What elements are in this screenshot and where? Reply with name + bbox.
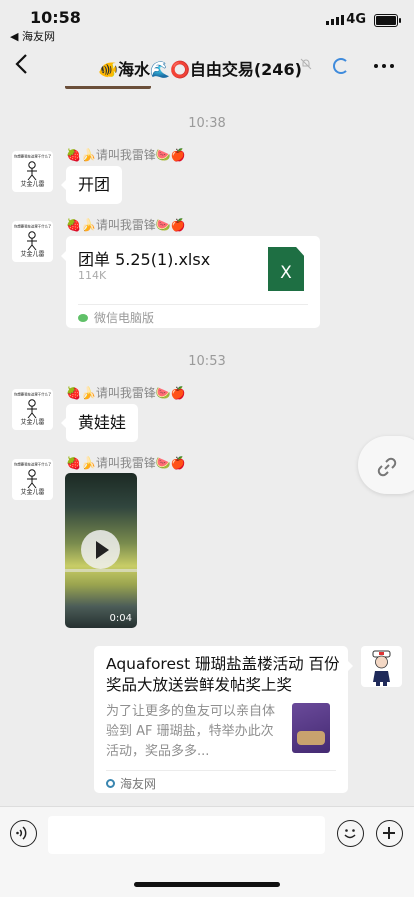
chat-header: 🐠海水🌊⭕自由交易(246) [0,44,414,88]
file-source: 微信电脑版 [78,309,154,326]
more-dots-icon[interactable] [374,64,394,68]
avatar-caption-bottom: 艾金儿雷 [20,419,45,426]
plus-icon[interactable] [376,820,403,847]
avatar-caption-top: 你想要我在这里干什么了 [14,462,52,467]
my-avatar[interactable] [361,646,402,687]
emoji-icon[interactable] [337,820,364,847]
message-bubble[interactable]: 开团 [60,166,123,204]
chevron-left-icon[interactable] [14,52,28,80]
sender-avatar[interactable]: 你想要我在这里干什么了 艾金儿雷 [12,221,53,262]
link-description: 为了让更多的鱼友可以亲自体验到 AF 珊瑚盐，特举办此次活动，奖品多多... [106,704,276,759]
chat-timestamp: 10:38 [188,116,226,131]
message-input[interactable] [48,816,325,854]
video-frame-detail [65,569,137,572]
network-label: 4G [346,12,366,27]
file-name: 团单 5.25(1).xlsx [78,250,211,269]
chat-title: 🐠海水🌊⭕自由交易(246) [98,60,302,79]
chat-timestamp: 10:53 [188,354,226,369]
signal-icon [326,15,344,25]
status-bar: 10:58 ◀ 海友网 4G [0,0,414,44]
home-indicator [134,882,280,887]
meme-figure-icon [27,469,37,489]
avatar-caption-bottom: 艾金儿雷 [20,251,45,258]
sender-name: 🍓🍌请叫我雷锋🍉🍎 [66,456,186,470]
sender-name: 🍓🍌请叫我雷锋🍉🍎 [66,148,186,162]
divider [106,770,336,771]
avatar-caption-top: 你想要我在这里干什么了 [14,224,52,229]
status-time: 10:58 [30,8,81,27]
video-message[interactable]: 0:04 [65,473,137,628]
file-source-label: 微信电脑版 [94,311,155,325]
mute-bell-icon [300,58,312,70]
avatar-caption-bottom: 艾金儿雷 [20,489,45,496]
battery-icon [374,14,401,27]
link-message-card[interactable]: Aquaforest 珊瑚盐盖楼活动 百份奖品大放送尝鲜发帖奖上奖 为了让更多的… [94,646,353,793]
video-duration: 0:04 [109,613,132,624]
link-source: 海友网 [106,775,156,792]
wechat-pc-icon [78,314,88,322]
back-to-app-link[interactable]: ◀ 海友网 [10,28,55,44]
sender-avatar[interactable]: 你想要我在这里干什么了 艾金儿雷 [12,459,53,500]
sender-name: 🍓🍌请叫我雷锋🍉🍎 [66,386,186,400]
meme-figure-icon [27,161,37,181]
floating-link-button[interactable] [358,436,414,494]
haiyou-logo-icon [106,779,115,788]
divider [78,304,308,305]
loading-spinner-icon [333,58,349,74]
file-size: 114K [78,269,107,282]
avatar-caption-bottom: 艾金儿雷 [20,181,45,188]
sender-name: 🍓🍌请叫我雷锋🍉🍎 [66,218,186,232]
meme-figure-icon [27,399,37,419]
excel-file-icon: X [268,247,304,291]
meme-figure-icon [27,231,37,251]
sender-avatar[interactable]: 你想要我在这里干什么了 艾金儿雷 [12,151,53,192]
message-bubble[interactable]: 黄娃娃 [60,404,139,442]
sender-avatar[interactable]: 你想要我在这里干什么了 艾金儿雷 [12,389,53,430]
link-icon [377,457,397,477]
previous-message-edge [65,86,151,89]
voice-input-icon[interactable] [10,820,37,847]
avatar-caption-top: 你想要我在这里干什么了 [14,392,52,397]
person-avatar-icon [372,650,391,686]
file-message-card[interactable]: 团单 5.25(1).xlsx 114K X 微信电脑版 [61,236,320,328]
product-thumbnail [288,701,334,754]
avatar-caption-top: 你想要我在这里干什么了 [14,154,52,159]
play-icon[interactable] [81,530,120,569]
link-source-label: 海友网 [120,777,157,791]
link-title: Aquaforest 珊瑚盐盖楼活动 百份奖品大放送尝鲜发帖奖上奖 [106,655,340,694]
